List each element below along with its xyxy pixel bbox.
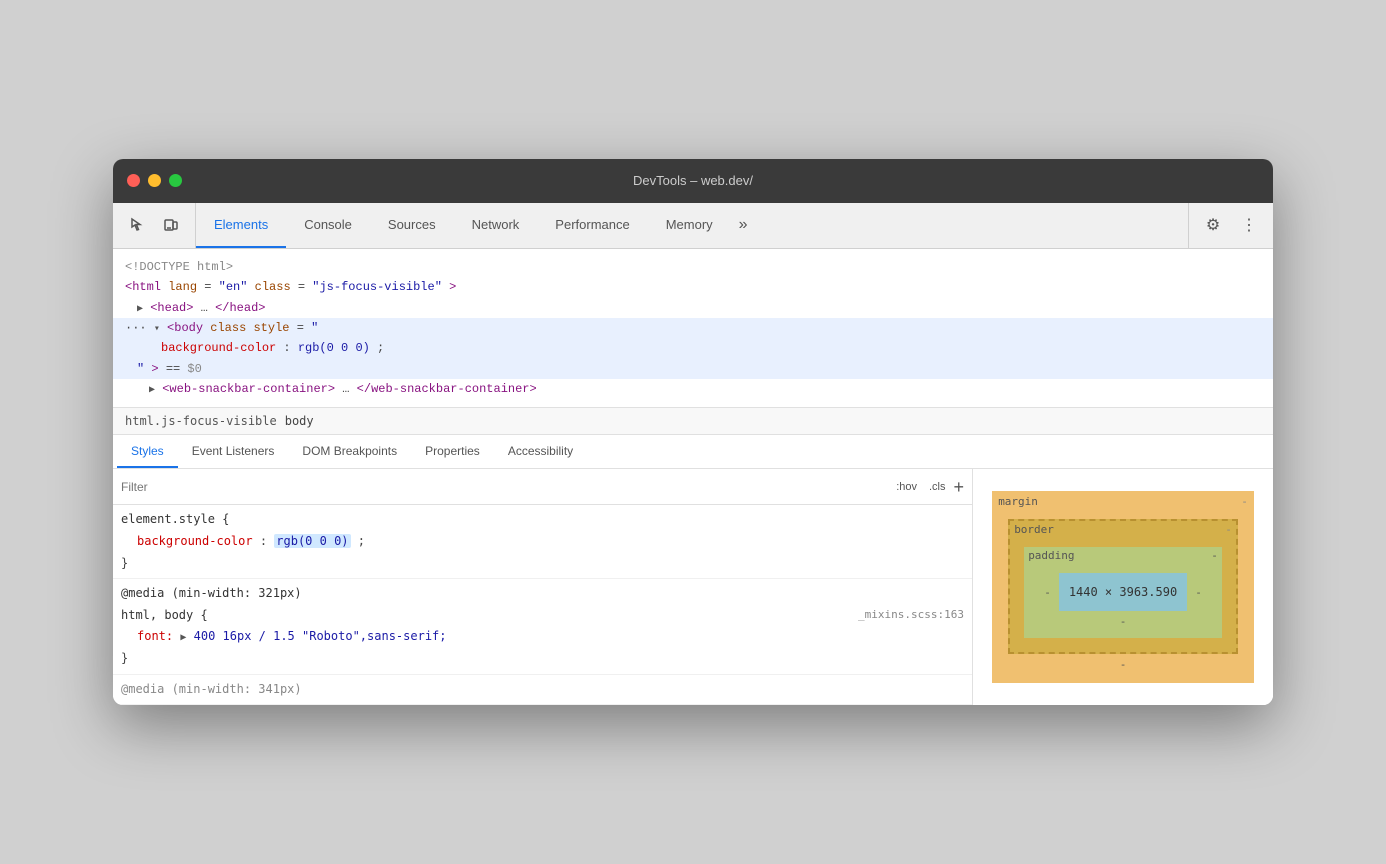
styles-left: :hov .cls + element.style { background- <box>113 469 973 705</box>
right-val: - <box>1187 586 1210 599</box>
inspect-icon[interactable] <box>123 211 151 239</box>
cls-button[interactable]: .cls <box>925 479 950 495</box>
rule-close-2: } <box>121 648 964 670</box>
rule-partial: @media (min-width: 341px) <box>113 675 972 706</box>
padding-val: - <box>1211 549 1218 562</box>
sub-tab-styles[interactable]: Styles <box>117 435 178 468</box>
add-style-button[interactable]: + <box>953 478 964 496</box>
box-margin: margin - border - padding - <box>992 491 1254 683</box>
tab-elements[interactable]: Elements <box>196 203 286 248</box>
tab-console[interactable]: Console <box>286 203 370 248</box>
padding-bottom: - <box>1036 615 1210 628</box>
toolbar-icons <box>113 203 196 248</box>
hov-button[interactable]: :hov <box>892 479 921 495</box>
toolbar: Elements Console Sources Network Perform… <box>113 203 1273 249</box>
main-content: <!DOCTYPE html> <html lang = "en" class … <box>113 249 1273 705</box>
tab-sources[interactable]: Sources <box>370 203 454 248</box>
box-content-size: 1440 × 3963.590 <box>1059 573 1187 611</box>
dom-line-bgcolor: background-color : rgb(0 0 0) ; <box>113 338 1273 358</box>
rule-selector-2: html, body { _mixins.scss:163 <box>121 605 964 627</box>
rule-close-1: } <box>121 553 964 575</box>
minimize-button[interactable] <box>148 174 161 187</box>
sub-tab-event-listeners[interactable]: Event Listeners <box>178 435 289 468</box>
rule-media-query: @media (min-width: 321px) <box>121 583 964 605</box>
breadcrumb-html[interactable]: html.js-focus-visible <box>125 414 277 428</box>
filter-bar: :hov .cls + <box>113 469 972 505</box>
traffic-lights <box>127 174 182 187</box>
close-button[interactable] <box>127 174 140 187</box>
box-border: border - padding - - <box>1008 519 1238 654</box>
dom-line-html[interactable]: <html lang = "en" class = "js-focus-visi… <box>113 277 1273 297</box>
sub-panel: Styles Event Listeners DOM Breakpoints P… <box>113 435 1273 705</box>
tab-network[interactable]: Network <box>454 203 538 248</box>
breadcrumb-body[interactable]: body <box>285 414 314 428</box>
tab-performance[interactable]: Performance <box>537 203 647 248</box>
devtools-window: DevTools – web.dev/ Elements C <box>113 159 1273 705</box>
tabs: Elements Console Sources Network Perform… <box>196 203 1188 248</box>
breadcrumb: html.js-focus-visible body <box>113 408 1273 435</box>
dom-line-body-close: " > == $0 <box>113 359 1273 379</box>
margin-top: - <box>1241 495 1248 508</box>
sub-tabs: Styles Event Listeners DOM Breakpoints P… <box>113 435 1273 469</box>
padding-label: padding <box>1028 549 1074 562</box>
border-label: border <box>1014 523 1054 536</box>
box-padding: padding - - 1440 × 3963.590 <box>1024 547 1222 638</box>
rule-prop-2[interactable]: font: ▶ 400 16px / 1.5 "Roboto",sans-ser… <box>121 626 964 648</box>
dom-line-body[interactable]: ··· ▾ <body class style = " <box>113 318 1273 338</box>
margin-label: margin <box>998 495 1038 508</box>
tabs-overflow[interactable]: » <box>731 203 756 248</box>
sub-tab-accessibility[interactable]: Accessibility <box>494 435 587 468</box>
dom-line-head[interactable]: ▶ <head> … </head> <box>113 298 1273 318</box>
titlebar: DevTools – web.dev/ <box>113 159 1273 203</box>
toolbar-right: ⚙ ⋮ <box>1188 203 1273 248</box>
filter-input[interactable] <box>121 480 888 494</box>
rule-prop-1[interactable]: background-color : rgb(0 0 0) ; <box>121 531 964 553</box>
dom-line-doctype: <!DOCTYPE html> <box>113 257 1273 277</box>
settings-button[interactable]: ⚙ <box>1199 211 1227 239</box>
maximize-button[interactable] <box>169 174 182 187</box>
more-button[interactable]: ⋮ <box>1235 211 1263 239</box>
rule-selector-1: element.style { <box>121 509 964 531</box>
border-val: - <box>1225 523 1232 536</box>
device-icon[interactable] <box>157 211 185 239</box>
styles-rules: element.style { background-color : rgb(0… <box>113 505 972 705</box>
margin-bottom: - <box>1008 658 1238 671</box>
window-title: DevTools – web.dev/ <box>633 173 753 188</box>
left-val: - <box>1036 586 1059 599</box>
rule-media: @media (min-width: 321px) html, body { _… <box>113 579 972 674</box>
dom-line-snackbar[interactable]: ▶ <web-snackbar-container> … </web-snack… <box>113 379 1273 399</box>
dom-tree: <!DOCTYPE html> <html lang = "en" class … <box>113 249 1273 409</box>
sub-tab-dom-breakpoints[interactable]: DOM Breakpoints <box>288 435 411 468</box>
rule-element-style: element.style { background-color : rgb(0… <box>113 505 972 579</box>
box-model-panel: margin - border - padding - <box>973 469 1273 705</box>
rule-partial-text: @media (min-width: 341px) <box>121 679 964 701</box>
sub-tab-properties[interactable]: Properties <box>411 435 494 468</box>
tab-memory[interactable]: Memory <box>648 203 731 248</box>
styles-content: :hov .cls + element.style { background- <box>113 469 1273 705</box>
